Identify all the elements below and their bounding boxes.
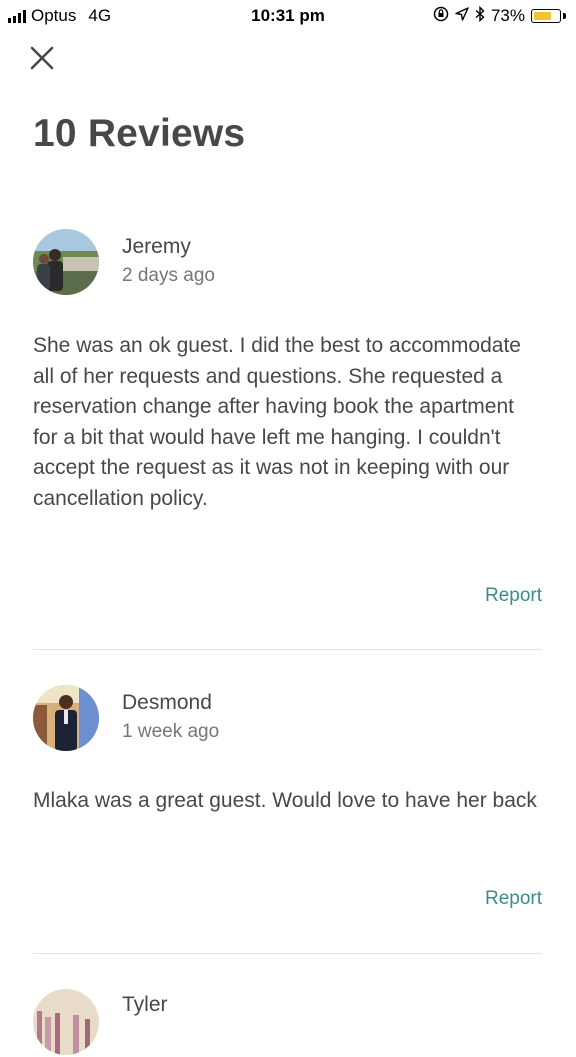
reviewer-header: Jeremy 2 days ago [33, 229, 542, 297]
battery-tip [563, 13, 566, 19]
reviewer-name[interactable]: Tyler [122, 993, 168, 1017]
review-item: Desmond 1 week ago Mlaka was a great gue… [33, 685, 542, 817]
review-item: Tyler [33, 989, 542, 1057]
close-icon [30, 46, 54, 70]
close-button[interactable] [28, 44, 56, 72]
reviewer-header: Desmond 1 week ago [33, 685, 542, 753]
report-link[interactable]: Report [485, 585, 542, 607]
review-date: 1 week ago [122, 721, 220, 742]
divider [33, 953, 542, 954]
review-item: Jeremy 2 days ago She was an ok guest. I… [33, 229, 542, 514]
reviewer-name[interactable]: Jeremy [122, 235, 191, 259]
lock-rotation-icon [433, 6, 449, 26]
battery-percentage: 73% [490, 6, 525, 25]
review-date: 2 days ago [122, 265, 215, 286]
avatar[interactable] [33, 989, 99, 1055]
report-link[interactable]: Report [485, 888, 542, 910]
location-arrow-icon [455, 7, 469, 25]
reviewer-header: Tyler [33, 989, 542, 1057]
divider [33, 649, 542, 650]
page-title: 10 Reviews [33, 112, 246, 155]
reviewer-name[interactable]: Desmond [122, 691, 212, 715]
review-text: Mlaka was a great guest. Would love to h… [33, 789, 537, 812]
battery-icon [531, 9, 561, 23]
avatar[interactable] [33, 685, 99, 751]
avatar[interactable] [33, 229, 99, 295]
review-text: She was an ok guest. I did the best to a… [33, 334, 521, 510]
battery-level [534, 12, 551, 20]
bluetooth-icon [475, 5, 485, 26]
status-bar: Optus 4G 10:31 pm 73% [0, 0, 576, 32]
